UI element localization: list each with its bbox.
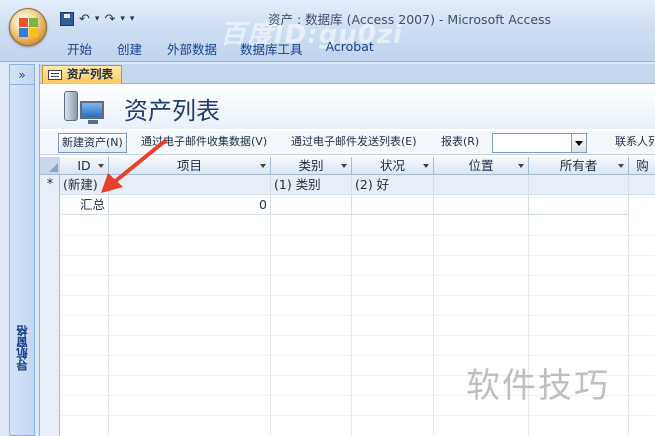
- column-header-category[interactable]: 类别: [271, 157, 352, 175]
- office-logo-icon: [19, 18, 39, 38]
- total-row-owner-cell[interactable]: [529, 195, 629, 215]
- new-row-owner-cell[interactable]: [529, 175, 629, 195]
- undo-icon[interactable]: ↶: [79, 12, 90, 27]
- ribbon-tab-create[interactable]: 创建: [108, 37, 158, 59]
- new-row-id-cell[interactable]: (新建): [60, 175, 109, 195]
- column-header-owner[interactable]: 所有者: [529, 157, 629, 175]
- ribbon-tab-acrobat[interactable]: Acrobat: [317, 37, 383, 59]
- column-header-label: 项目: [176, 158, 202, 173]
- column-header-condition[interactable]: 状况: [352, 157, 434, 175]
- total-row-condition-cell[interactable]: [352, 195, 434, 215]
- office-button[interactable]: [9, 8, 47, 46]
- column-header-purchase[interactable]: 购: [629, 157, 655, 175]
- total-row-label: 汇总: [60, 195, 109, 215]
- total-row-category-cell[interactable]: [271, 195, 352, 215]
- column-header-label: 购: [636, 158, 649, 173]
- contacts-button[interactable]: 联系人列: [612, 133, 655, 153]
- new-row-condition-cell[interactable]: (2) 好: [352, 175, 434, 195]
- save-icon[interactable]: [60, 12, 74, 26]
- form-icon: [48, 70, 62, 80]
- document-tab-asset-list[interactable]: 资产列表: [42, 65, 122, 84]
- redo-icon[interactable]: ↷: [104, 12, 115, 27]
- new-record-selector[interactable]: *: [40, 175, 60, 195]
- form-toolbar: 新建资产(N) 通过电子邮件收集数据(V) 通过电子邮件发送列表(E) 报表(R…: [40, 131, 655, 155]
- total-row-item-cell[interactable]: 0: [109, 195, 271, 215]
- ribbon-tabs: 开始 创建 外部数据 数据库工具 Acrobat: [58, 37, 383, 59]
- window-title: 资产 : 数据库 (Access 2007) - Microsoft Acces…: [268, 12, 552, 27]
- customize-qat-icon[interactable]: ▾: [130, 14, 135, 24]
- chevron-down-icon[interactable]: [98, 164, 104, 168]
- chevron-down-icon[interactable]: [518, 164, 524, 168]
- new-row-item-cell[interactable]: [109, 175, 271, 195]
- column-header-label: 所有者: [559, 158, 598, 173]
- column-header-id[interactable]: ID: [60, 157, 109, 175]
- collect-data-email-button[interactable]: 通过电子邮件收集数据(V): [138, 133, 270, 153]
- new-asset-button[interactable]: 新建资产(N): [58, 133, 127, 153]
- form-header: 资产列表: [40, 85, 655, 129]
- datasheet: ID 项目 类别 状况 位置 所有者 购 * (新建) (1) 类别 (2) 好…: [40, 157, 655, 436]
- column-header-label: 类别: [298, 158, 324, 173]
- ribbon-tab-database-tools[interactable]: 数据库工具: [231, 37, 317, 59]
- title-bar: ↶ ▾ ↷ ▾ ▾ 百度ID:gu0zi 资产 : 数据库 (Access 20…: [0, 0, 655, 62]
- redo-dropdown-icon[interactable]: ▾: [120, 14, 125, 24]
- new-row-category-cell[interactable]: (1) 类别: [271, 175, 352, 195]
- form-title: 资产列表: [124, 97, 220, 125]
- document-tab-strip: 资产列表: [40, 64, 655, 84]
- send-list-email-button[interactable]: 通过电子邮件发送列表(E): [288, 133, 420, 153]
- new-row-purchase-cell[interactable]: [629, 175, 655, 195]
- chevron-down-icon[interactable]: [571, 134, 586, 152]
- reports-button[interactable]: 报表(R): [438, 133, 482, 153]
- ribbon-tab-home[interactable]: 开始: [58, 37, 108, 59]
- ribbon-tab-external-data[interactable]: 外部数据: [158, 37, 231, 59]
- column-header-item[interactable]: 项目: [109, 157, 271, 175]
- undo-dropdown-icon[interactable]: ▾: [95, 14, 100, 24]
- quick-access-toolbar: ↶ ▾ ↷ ▾ ▾: [55, 8, 167, 30]
- column-header-label: ID: [77, 158, 91, 173]
- chevron-down-icon[interactable]: [341, 164, 347, 168]
- column-header-label: 位置: [468, 158, 494, 173]
- navigation-pane: » 导航窗格: [9, 64, 35, 436]
- chevron-down-icon[interactable]: [423, 164, 429, 168]
- total-row-location-cell[interactable]: [434, 195, 529, 215]
- chevron-down-icon[interactable]: [618, 164, 624, 168]
- asset-devices-icon: [64, 89, 110, 127]
- document-area: 资产列表 资产列表 新建资产(N) 通过电子邮件收集数据(V) 通过电子邮件发送…: [39, 64, 655, 436]
- nav-pane-toggle-button[interactable]: »: [10, 65, 34, 85]
- column-header-label: 状况: [379, 158, 405, 173]
- nav-pane-label[interactable]: 导航窗格: [14, 325, 30, 371]
- chevron-down-icon[interactable]: [260, 164, 266, 168]
- record-selector-column: [40, 157, 60, 436]
- column-header-location[interactable]: 位置: [434, 157, 529, 175]
- new-row-location-cell[interactable]: [434, 175, 529, 195]
- report-select[interactable]: [492, 133, 587, 153]
- select-all-button[interactable]: [40, 157, 60, 175]
- document-tab-label: 资产列表: [67, 67, 113, 81]
